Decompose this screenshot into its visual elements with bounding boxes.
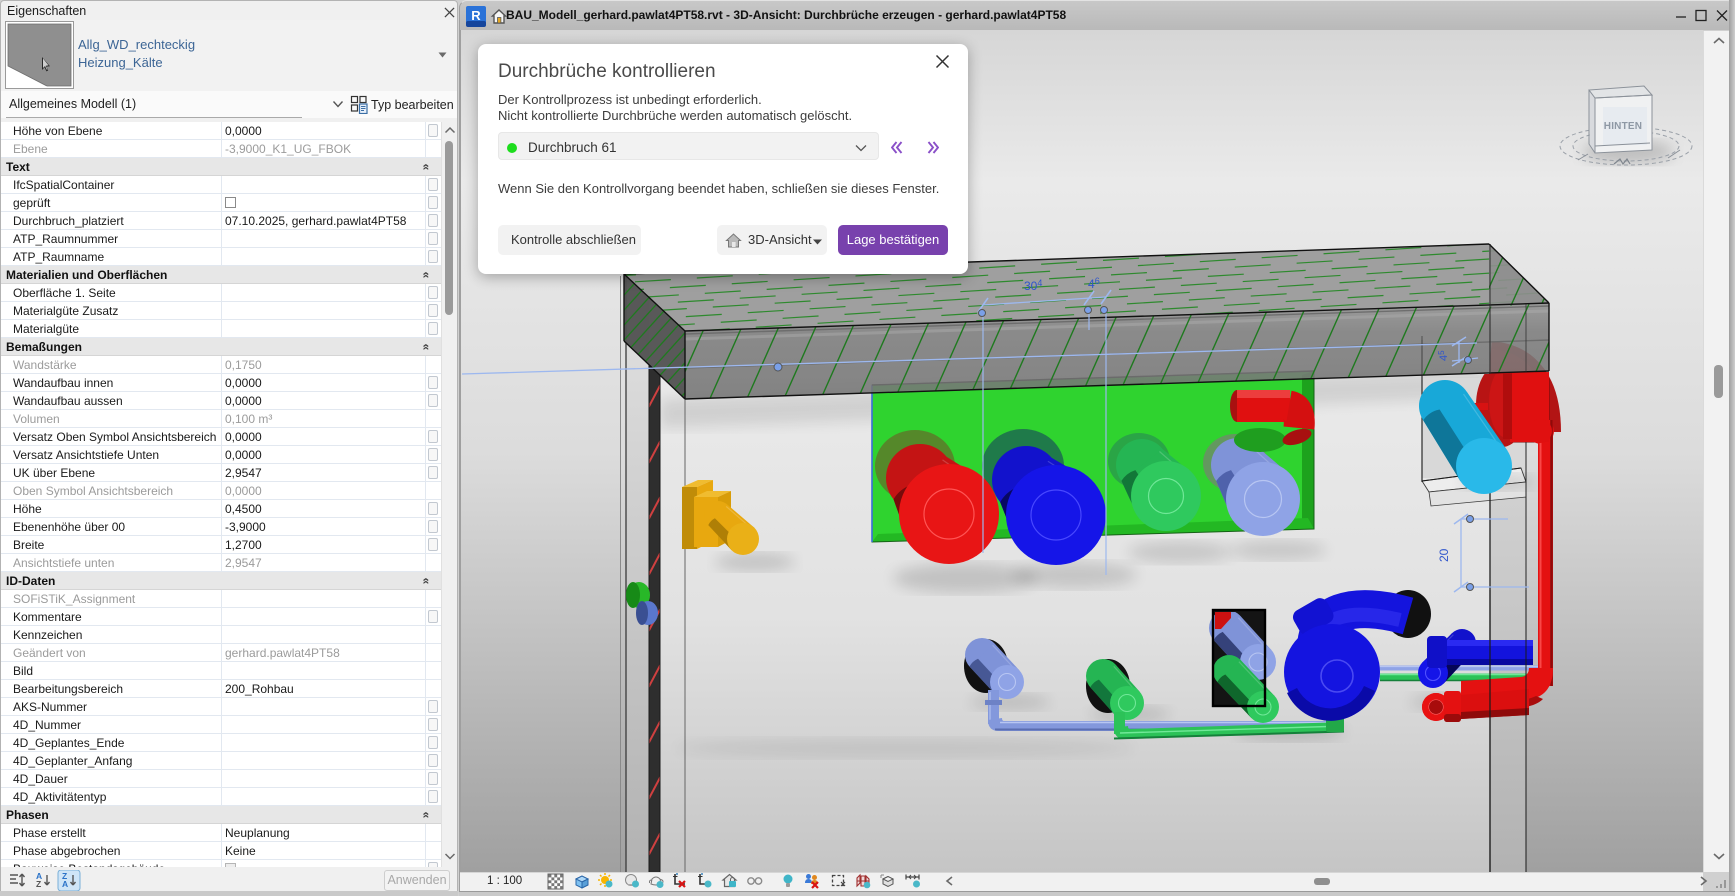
svg-text:20: 20 (1437, 548, 1451, 562)
svg-text:R: R (471, 8, 481, 23)
svg-text:HINTEN: HINTEN (1604, 121, 1642, 132)
svg-text:Z: Z (36, 879, 41, 889)
svg-text:A: A (62, 879, 68, 889)
